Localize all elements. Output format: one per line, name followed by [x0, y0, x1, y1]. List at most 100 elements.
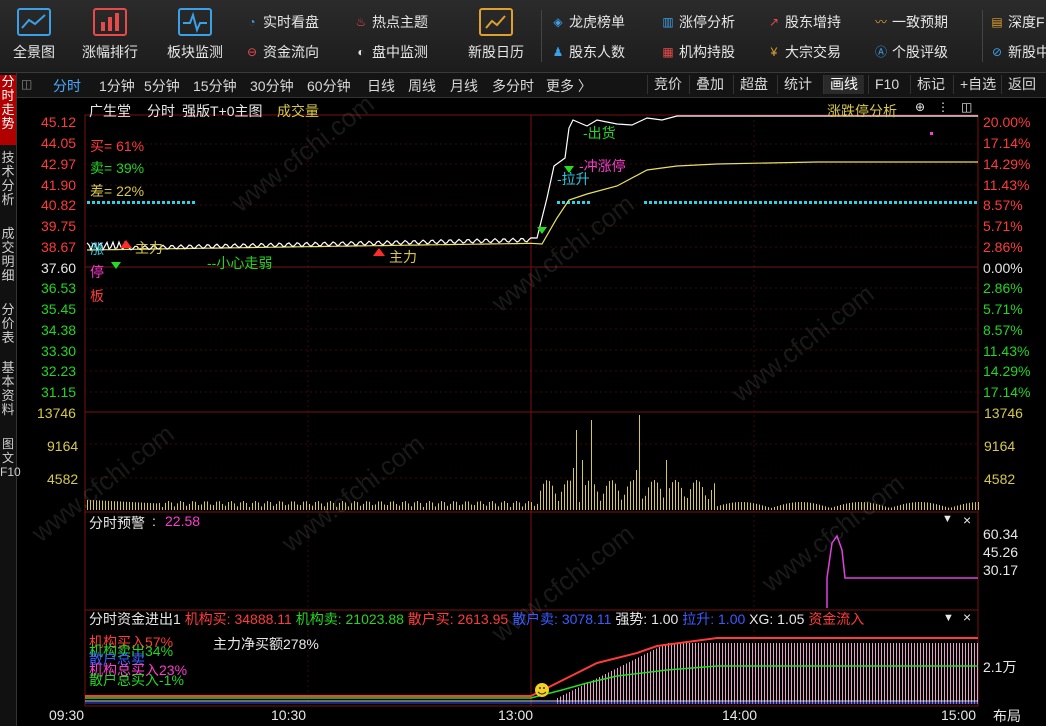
period-multi[interactable]: 多分时	[492, 76, 534, 96]
fund-bar	[668, 643, 669, 704]
consensus-button[interactable]: 〰一致预期	[874, 12, 948, 32]
depth-button[interactable]: ▤ 深度F	[990, 12, 1044, 32]
close-icon[interactable]: ×	[963, 512, 971, 528]
period-intraday[interactable]: 分时	[53, 76, 81, 96]
signal-dot	[804, 201, 807, 204]
fund-axis-label: 2.1万	[983, 659, 1017, 675]
volume-bar	[873, 503, 874, 510]
draw-line-button[interactable]: 画线	[823, 75, 864, 94]
fund-bar	[947, 643, 948, 704]
panorama-button[interactable]: 全景图	[6, 0, 62, 72]
warning-axis-label: 60.34	[983, 526, 1019, 542]
increase-button[interactable]: ↗ 股东增持	[767, 12, 841, 32]
newstock-button[interactable]: ⊘ 新股中	[990, 42, 1046, 62]
ipo-calendar-button[interactable]: 新股日历	[458, 0, 534, 72]
stock-name: 广生堂	[89, 103, 131, 119]
fund-bar	[809, 643, 810, 704]
fund-bar	[812, 643, 813, 704]
tab-f10[interactable]: 图文F10	[0, 437, 21, 507]
volume-bar	[711, 489, 712, 510]
ranking-button[interactable]: 涨幅排行	[78, 0, 142, 72]
intraday-monitor-button[interactable]: ◐ 盘中监测	[354, 42, 428, 62]
period-30min[interactable]: 30分钟	[250, 76, 294, 96]
period-15min[interactable]: 15分钟	[193, 76, 237, 96]
window-icon[interactable]: ◫	[961, 100, 972, 114]
indicator-name[interactable]: 强版T+0主图	[182, 101, 263, 121]
limit-analysis-link[interactable]: 涨跌停分析	[827, 101, 897, 121]
volume-bar	[306, 501, 307, 510]
volume-bar	[417, 501, 418, 510]
dropdown-icon[interactable]: ▼	[942, 513, 953, 525]
volume-bar	[387, 505, 388, 510]
add-watchlist-button[interactable]: +自选	[953, 75, 1002, 94]
institution-button[interactable]: ▦ 机构持股	[661, 42, 735, 62]
rating-button[interactable]: Ⓐ 个股评级	[874, 42, 948, 62]
signal-dot	[112, 201, 115, 204]
volume-bar	[846, 503, 847, 510]
signal-dot	[934, 201, 937, 204]
period-month[interactable]: 月线	[450, 76, 478, 96]
mark-button[interactable]: 标记	[910, 75, 951, 94]
volume-bar	[315, 502, 316, 510]
tab-basic-info[interactable]: 基本资料	[0, 361, 16, 431]
tab-technical[interactable]: 技术分析	[0, 151, 16, 221]
volume-bar	[891, 507, 892, 510]
f10-button[interactable]: F10	[868, 75, 905, 94]
volume-bar	[528, 501, 529, 510]
sector-monitor-button[interactable]: 板块监测	[162, 0, 228, 72]
volume-bar	[912, 502, 913, 510]
fund-bar	[659, 647, 660, 704]
fund-bar	[881, 643, 882, 704]
period-1min[interactable]: 1分钟	[99, 76, 135, 96]
volume-bar	[549, 480, 550, 510]
tab-price-table[interactable]: 分价表	[0, 303, 16, 355]
volume-bar	[726, 503, 727, 510]
volume-bar	[240, 502, 241, 510]
fund-bar	[710, 643, 711, 704]
fund-bar	[950, 643, 951, 704]
close-icon[interactable]: ×	[963, 609, 971, 625]
layout-button[interactable]: 布局	[993, 706, 1021, 726]
auction-button[interactable]: 竞价	[647, 75, 688, 94]
warning-axis-label: 30.17	[983, 562, 1019, 578]
volume-bar	[750, 502, 751, 510]
period-more[interactable]: 更多 〉	[546, 76, 592, 96]
rating-icon: Ⓐ	[874, 45, 887, 59]
volume-bar	[126, 501, 127, 510]
dragon-tiger-button[interactable]: ◈ 龙虎榜单	[551, 12, 625, 32]
volume-bar	[765, 506, 766, 510]
weak-warning-label: --小心走弱	[207, 255, 273, 271]
signal-dot	[177, 201, 180, 204]
menu-icon[interactable]: ⋮	[937, 100, 949, 114]
chart-area[interactable]: www.cfchi.com www.cfchi.com www.cfchi.co…	[17, 88, 1046, 726]
signal-dot	[137, 201, 140, 204]
tab-intraday[interactable]: 分时走势	[0, 75, 16, 145]
volume-bar	[252, 502, 253, 510]
fund-bar	[674, 643, 675, 704]
period-60min[interactable]: 60分钟	[307, 76, 351, 96]
overlay-button[interactable]: 叠加	[689, 75, 730, 94]
volume-bar	[321, 503, 322, 510]
volume-bar	[600, 500, 601, 510]
settings-icon[interactable]: ⊕	[915, 100, 925, 114]
block-trade-button[interactable]: ¥ 大宗交易	[767, 42, 841, 62]
dropdown-icon[interactable]: ▼	[943, 612, 954, 624]
price-axis-label: 36.53	[41, 280, 77, 296]
shareholders-button[interactable]: ♟ 股东人数	[551, 42, 625, 62]
volume-bar	[843, 504, 844, 510]
realtime-button[interactable]: ◔ 实时看盘	[245, 12, 319, 32]
tab-trade-detail[interactable]: 成交明细	[0, 227, 16, 297]
volume-bar	[435, 506, 436, 510]
hot-topic-button[interactable]: ♨ 热点主题	[354, 12, 428, 32]
stats-button[interactable]: 统计	[777, 75, 818, 94]
super-button[interactable]: 超盘	[733, 75, 774, 94]
period-week[interactable]: 周线	[408, 76, 436, 96]
limit-up-button[interactable]: ▥ 涨停分析	[661, 12, 735, 32]
money-flow-button[interactable]: ⊖ 资金流向	[245, 42, 319, 62]
period-day[interactable]: 日线	[367, 76, 395, 96]
volume-bar	[264, 503, 265, 510]
period-5min[interactable]: 5分钟	[144, 76, 180, 96]
fund-bar	[569, 692, 570, 704]
back-button[interactable]: 返回	[1001, 75, 1042, 94]
collapse-icon[interactable]: ◫	[21, 77, 32, 91]
